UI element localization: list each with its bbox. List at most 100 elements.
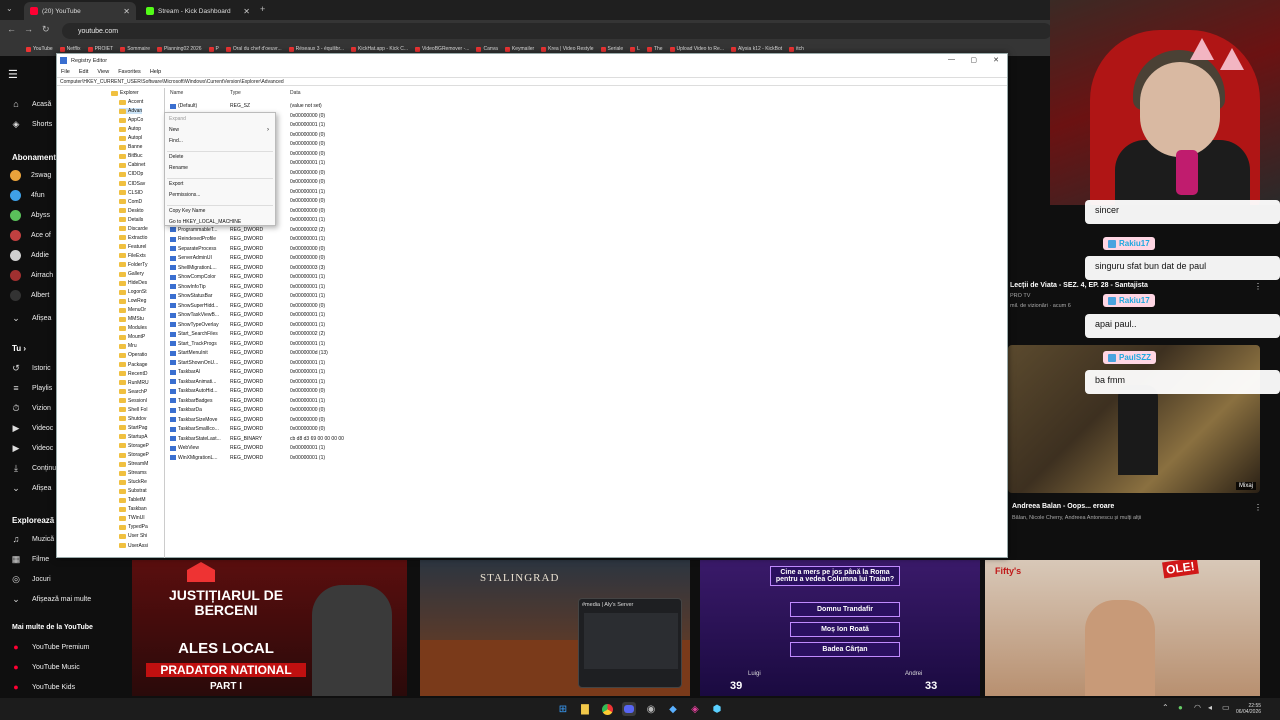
tree-node[interactable]: Featurel: [119, 244, 146, 250]
steam-icon[interactable]: ◆: [666, 702, 680, 716]
sidebar-subscription[interactable]: Addie: [10, 250, 49, 261]
chrome-icon[interactable]: [600, 702, 614, 716]
sidebar-subscription[interactable]: Ace of: [10, 230, 51, 241]
registry-value-row[interactable]: ShowCompColor REG_DWORD 0x00000001 (1): [170, 274, 370, 284]
sidebar-explore-item[interactable]: ▦ Filme: [10, 553, 49, 565]
tree-node[interactable]: Discarde: [119, 226, 148, 232]
tree-node[interactable]: TabletM: [119, 497, 146, 503]
volume-icon[interactable]: ◂: [1208, 703, 1212, 712]
sidebar-explore-item[interactable]: ♫ Muzică: [10, 533, 55, 545]
registry-value-row[interactable]: TaskbarAnimati... REG_DWORD 0x00000001 (1): [170, 379, 370, 389]
registry-value-row[interactable]: TaskbarSmallIco... REG_DWORD 0x00000000 (0…: [170, 426, 370, 436]
tree-node[interactable]: ComD: [119, 199, 142, 205]
tree-node[interactable]: StreamM: [119, 461, 148, 467]
tree-node[interactable]: Deskto: [119, 208, 144, 214]
registry-value-row[interactable]: StartMenuInit REG_DWORD 0x0000000d (13): [170, 350, 370, 360]
context-menu-item[interactable]: Copy Key Name: [169, 208, 205, 214]
registry-value-row[interactable]: TaskbarDa REG_DWORD 0x00000000 (0): [170, 407, 370, 417]
sidebar-item-home[interactable]: ⌂ Acasă: [10, 98, 51, 110]
rec-channel[interactable]: PRO TV: [1010, 293, 1030, 299]
subscriptions-header[interactable]: Abonamente: [12, 153, 60, 162]
column-header-name[interactable]: Name: [170, 90, 183, 96]
column-header-type[interactable]: Type: [230, 90, 241, 96]
tree-node[interactable]: AppCo: [119, 117, 143, 123]
context-menu-item[interactable]: Expand: [169, 116, 186, 122]
tree-node[interactable]: Streams: [119, 470, 147, 476]
registry-value-row[interactable]: ReindexedProfile REG_DWORD 0x00000001 (1): [170, 236, 370, 246]
tree-node[interactable]: Details: [119, 217, 143, 223]
tree-node[interactable]: TWinUI: [119, 515, 145, 521]
column-header-data[interactable]: Data: [290, 90, 301, 96]
rec-title-2[interactable]: Andreea Balan - Oops... eroare: [1012, 503, 1114, 510]
regedit-menu-item[interactable]: Edit: [79, 69, 88, 75]
bookmark-item[interactable]: Sommaire: [120, 46, 150, 52]
tree-node[interactable]: Shell Fol: [119, 407, 147, 413]
bookmark-item[interactable]: YouTube: [26, 46, 53, 52]
bookmark-item[interactable]: Oral du chef d'oeuvr...: [225, 46, 282, 52]
tree-node[interactable]: Extractio: [119, 235, 147, 241]
tab-menu-icon[interactable]: ⌄: [6, 4, 13, 13]
tray-app-icon[interactable]: ●: [1178, 703, 1183, 712]
tree-node[interactable]: FolderTy: [119, 262, 147, 268]
tree-node[interactable]: StorageP: [119, 443, 149, 449]
tree-node[interactable]: BitBuc: [119, 153, 142, 159]
registry-value-row[interactable]: ProgrammableT... REG_DWORD 0x00000002 (2): [170, 227, 370, 237]
tray-chevron-icon[interactable]: ⌃: [1162, 703, 1169, 712]
tree-node[interactable]: User Shi: [119, 533, 147, 539]
rec-title[interactable]: Lecții de Viata - SEZ. 4, EP. 28 - Santa…: [1010, 282, 1148, 289]
registry-value-row[interactable]: TaskbarSizeMove REG_DWORD 0x00000000 (0): [170, 417, 370, 427]
tree-node[interactable]: MMStu: [119, 316, 144, 322]
tree-node[interactable]: StuckRe: [119, 479, 147, 485]
bookmark-item[interactable]: Keymailer: [504, 46, 534, 52]
video-thumbnail-4[interactable]: OLE! Fifty's: [985, 560, 1260, 696]
registry-value-row[interactable]: ShowTypeOverlay REG_DWORD 0x00000001 (1): [170, 322, 370, 332]
tab-kick-dashboard[interactable]: Stream - Kick Dashboard ✕: [140, 2, 256, 20]
regedit-address-bar[interactable]: Computer\HKEY_CURRENT_USER\Software\Micr…: [57, 77, 1007, 86]
bookmark-item[interactable]: Seriale: [600, 46, 623, 52]
tree-node[interactable]: Explorer: [111, 90, 139, 96]
tree-node[interactable]: MountP: [119, 334, 145, 340]
tree-node[interactable]: Sessionl: [119, 398, 147, 404]
tree-node[interactable]: Autop: [119, 126, 141, 132]
rec-thumbnail[interactable]: Mixaj: [1008, 345, 1260, 493]
video-thumbnail-1[interactable]: JUSTIȚIARUL DE BERCENI ALES LOCAL PRADAT…: [132, 560, 407, 696]
registry-value-row[interactable]: ShellMigrationL... REG_DWORD 0x00000003 (3…: [170, 265, 370, 275]
sidebar-you-item[interactable]: ⌄ Afișea: [10, 482, 51, 494]
regedit-taskbar-icon[interactable]: ⬢: [710, 702, 724, 716]
sidebar-explore-item[interactable]: ◎ Jocuri: [10, 573, 51, 585]
battery-icon[interactable]: ▭: [1222, 703, 1230, 712]
tree-node[interactable]: RunMRU: [119, 380, 149, 386]
sidebar-more-item[interactable]: ● YouTube Kids: [10, 681, 75, 693]
sidebar-you-item[interactable]: ▶ Videoc: [10, 422, 54, 434]
tree-node[interactable]: Accent: [119, 99, 143, 105]
tree-node[interactable]: Operatio: [119, 352, 147, 358]
new-tab-icon[interactable]: +: [260, 4, 265, 14]
tree-node[interactable]: Cabinet: [119, 162, 145, 168]
sidebar-subscription[interactable]: 2swag: [10, 170, 51, 181]
tree-node[interactable]: CIDSav: [119, 181, 145, 187]
maximize-icon[interactable]: ▢: [970, 56, 977, 64]
obs-icon[interactable]: ◉: [644, 702, 658, 716]
tree-node[interactable]: Banne: [119, 144, 142, 150]
discord-icon[interactable]: [622, 702, 636, 716]
regedit-menu-item[interactable]: View: [97, 69, 109, 75]
registry-value-row[interactable]: WebView REG_DWORD 0x00000001 (1): [170, 445, 370, 455]
sidebar-you-item[interactable]: ⤓ Conținu: [10, 462, 56, 474]
bookmark-item[interactable]: Réseaux 3 - équilibr...: [288, 46, 344, 52]
file-explorer-icon[interactable]: ▇: [578, 702, 592, 716]
registry-value-row[interactable]: TaskbarBadges REG_DWORD 0x00000001 (1): [170, 398, 370, 408]
bookmark-item[interactable]: Netflix: [59, 46, 81, 52]
tree-node[interactable]: CLSID: [119, 190, 143, 196]
registry-value-row[interactable]: ShowSuperHidd... REG_DWORD 0x00000000 (0): [170, 303, 370, 313]
tree-node[interactable]: LogonSt: [119, 289, 147, 295]
bookmark-item[interactable]: itch: [789, 46, 804, 52]
sidebar-you-item[interactable]: ↺ Istoric: [10, 362, 50, 374]
sidebar-you-item[interactable]: ≡ Playlis: [10, 382, 52, 394]
context-menu-item[interactable]: Find...: [169, 138, 183, 144]
registry-value-row[interactable]: ServerAdminUI REG_DWORD 0x00000000 (0): [170, 255, 370, 265]
bookmark-item[interactable]: Alysia k12 - KickBot: [730, 46, 782, 52]
registry-value-row[interactable]: SeparateProcess REG_DWORD 0x00000000 (0): [170, 246, 370, 256]
tree-node[interactable]: StartupA: [119, 434, 147, 440]
context-menu-item[interactable]: New: [169, 127, 179, 133]
tree-node[interactable]: TypedPa: [119, 524, 148, 530]
